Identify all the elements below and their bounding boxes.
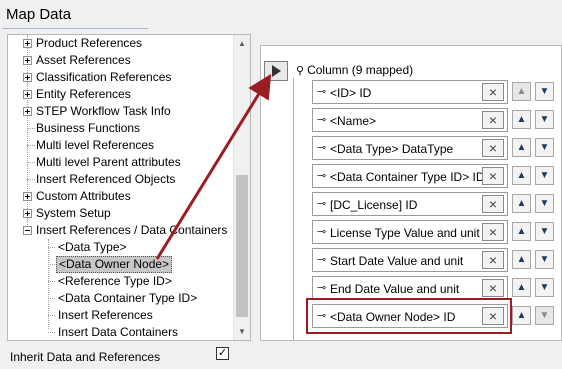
annotation-arrow bbox=[155, 73, 272, 260]
